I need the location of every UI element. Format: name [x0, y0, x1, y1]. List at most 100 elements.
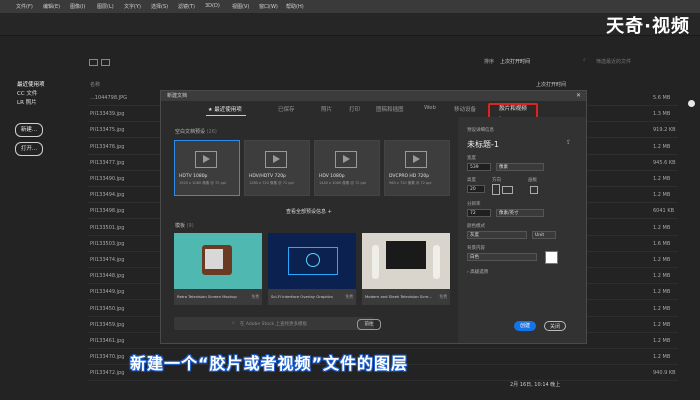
preset-name: HDTV 1080p [179, 174, 208, 179]
artboard-label: 画板 [528, 178, 537, 183]
file-size: 1.2 MB [653, 321, 671, 328]
artboard-checkbox[interactable] [530, 186, 538, 194]
file-size: 1.2 MB [653, 289, 671, 296]
tab-recent[interactable]: ★ 最近使用项 [208, 105, 242, 113]
file-size: 945.6 KB [653, 159, 676, 166]
file-name: PII133472.jpg [90, 370, 125, 377]
file-name: PII133477.jpg [90, 159, 125, 166]
sidebar-item-cc-files[interactable]: CC 文件 [17, 89, 37, 97]
preset-hdv-720p[interactable]: HDV/HDTV 720p 1280 x 720 像素 @ 72 ppi [244, 140, 310, 196]
resolution-unit-select[interactable]: 像素/英寸 [496, 209, 544, 217]
template-free-badge: 免费 [345, 294, 353, 299]
menu-item[interactable]: 帮助(H) [286, 3, 304, 10]
file-name: PII133449.jpg [90, 289, 125, 296]
advanced-options-toggle[interactable]: › 高级选项 [467, 269, 488, 275]
watermark: 天奇·视频 [606, 16, 690, 37]
template-thumbnail [362, 233, 450, 289]
file-size: 1.2 MB [653, 257, 671, 263]
active-tab-underline [206, 115, 246, 116]
close-button[interactable]: 关闭 [544, 321, 566, 331]
template-free-badge: 免费 [439, 294, 447, 299]
file-size: 1.2 MB [653, 176, 671, 182]
go-button[interactable]: 前往 [357, 319, 381, 330]
chevron-right-icon: › [467, 270, 469, 275]
star-icon: ★ [208, 107, 213, 113]
preset-hdv-1080p[interactable]: HDV 1080p 1440 x 1080 像素 @ 72 ppi [314, 140, 380, 196]
file-name: PII133501.jpg [90, 224, 125, 231]
dialog-title: 新建文档 [161, 91, 586, 101]
column-header-name[interactable]: 名称 [90, 81, 100, 88]
filter-recent-files-input[interactable]: 筛选最近的文件 [596, 58, 631, 65]
file-name: PII133490.jpg [90, 176, 125, 182]
resolution-label: 分辨率 [467, 202, 481, 207]
sort-label: 排序 [484, 59, 495, 65]
preset-dims: 960 x 720 像素 @ 72 ppi [389, 181, 432, 185]
tab-photo[interactable]: 照片 [321, 105, 332, 113]
width-unit-select[interactable]: 像素 [496, 163, 544, 171]
tab-saved[interactable]: 已保存 [278, 105, 295, 113]
menu-item[interactable]: 图像(I) [70, 3, 85, 10]
sort-dropdown[interactable]: 上次打开时间 [500, 58, 530, 65]
document-name-field[interactable]: 未标题-1 [467, 139, 499, 150]
file-size: 1.2 MB [653, 305, 671, 312]
color-mode-select[interactable]: 灰度 [467, 231, 527, 239]
file-name: PII133474.jpg [90, 257, 125, 263]
template-retro-tv[interactable]: Retro Television Screen Mockup 免费 [174, 233, 262, 305]
grid-view-icon[interactable] [89, 59, 98, 66]
search-icon: ⌕ [232, 320, 235, 326]
list-view-icon[interactable] [101, 59, 110, 66]
menu-item[interactable]: 文件(F) [16, 3, 33, 10]
sidebar-item-recent[interactable]: 最近使用项 [17, 80, 45, 88]
width-input[interactable]: 539 [467, 163, 491, 171]
preset-dvcpro-hd-720p[interactable]: DVCPRO HD 720p 960 x 720 像素 @ 72 ppi [384, 140, 450, 196]
menu-item[interactable]: 视图(V) [232, 3, 249, 10]
blank-presets-title: 空白文档预设 [175, 129, 206, 135]
template-caption: Retro Television Screen Mockup [177, 294, 237, 299]
close-icon[interactable]: ✕ [576, 92, 581, 99]
landscape-orientation-icon[interactable] [502, 186, 513, 194]
template-modern-tv[interactable]: Modern and Sleek Television Scre... 免费 [362, 233, 450, 305]
tab-art-illustration[interactable]: 图稿和插图 [376, 105, 404, 113]
stock-search-input[interactable]: ⌕ 在 Adobe Stock 上查找更多模板 [174, 317, 374, 330]
menu-item[interactable]: 3D(D) [205, 3, 220, 9]
height-input[interactable]: 20 [467, 185, 485, 193]
column-header-last-opened[interactable]: 上次打开时间 [536, 81, 566, 88]
sidebar-item-lr-photos[interactable]: LR 照片 [17, 98, 37, 106]
preset-hdtv-1080p[interactable]: HDTV 1080p 1920 x 1080 像素 @ 72 ppi [174, 140, 240, 196]
open-button[interactable]: 打开... [15, 142, 43, 156]
template-scifi-interface[interactable]: Sci-Fi Interface Overlay Graphics 免费 [268, 233, 356, 305]
menu-item[interactable]: 窗口(W) [259, 3, 278, 10]
menu-item[interactable]: 选择(S) [151, 3, 168, 10]
preset-name: DVCPRO HD 720p [389, 174, 430, 179]
file-name: PII133476.jpg [90, 143, 125, 150]
template-thumbnail [268, 233, 356, 289]
file-name: PII133439.jpg [90, 111, 125, 118]
view-all-presets-link[interactable]: 查看全部预设信息 + [286, 208, 332, 215]
menu-item[interactable]: 文字(Y) [124, 3, 141, 10]
tab-print[interactable]: 打印 [349, 105, 360, 113]
background-color-swatch[interactable] [545, 251, 558, 264]
create-button[interactable]: 创建 [514, 321, 536, 331]
options-bar [0, 13, 700, 36]
resolution-input[interactable]: 72 [467, 209, 491, 217]
file-name: ...1044798.JPG [90, 95, 127, 101]
plus-icon: + [327, 209, 332, 215]
tab-web[interactable]: Web [424, 105, 436, 111]
scroll-indicator[interactable] [688, 100, 695, 107]
background-select[interactable]: 白色 [467, 253, 537, 261]
file-name: PII133475.jpg [90, 127, 125, 134]
preset-details-panel: 预设详细信息 未标题-1 ⇪ 宽度 539 像素 高度 方向 画板 20 分辨率… [458, 117, 586, 343]
menu-item[interactable]: 编辑(E) [43, 3, 60, 10]
bit-depth-select[interactable]: Unit [532, 231, 556, 239]
new-button[interactable]: 新建... [15, 123, 43, 137]
tab-mobile[interactable]: 移动设备 [454, 105, 476, 113]
menu-item[interactable]: 图层(L) [97, 3, 114, 10]
file-size: 1.2 MB [653, 143, 671, 150]
stock-search-placeholder: 在 Adobe Stock 上查找更多模板 [240, 321, 307, 327]
video-icon [265, 151, 287, 168]
menu-bar: 文件(F) 编辑(E) 图像(I) 图层(L) 文字(Y) 选择(S) 滤镜(T) 3D(D)… [0, 0, 700, 27]
template-thumbnail [174, 233, 262, 289]
portrait-orientation-icon[interactable] [492, 184, 500, 195]
save-preset-icon[interactable]: ⇪ [566, 139, 571, 146]
menu-item[interactable]: 滤镜(T) [178, 3, 195, 10]
